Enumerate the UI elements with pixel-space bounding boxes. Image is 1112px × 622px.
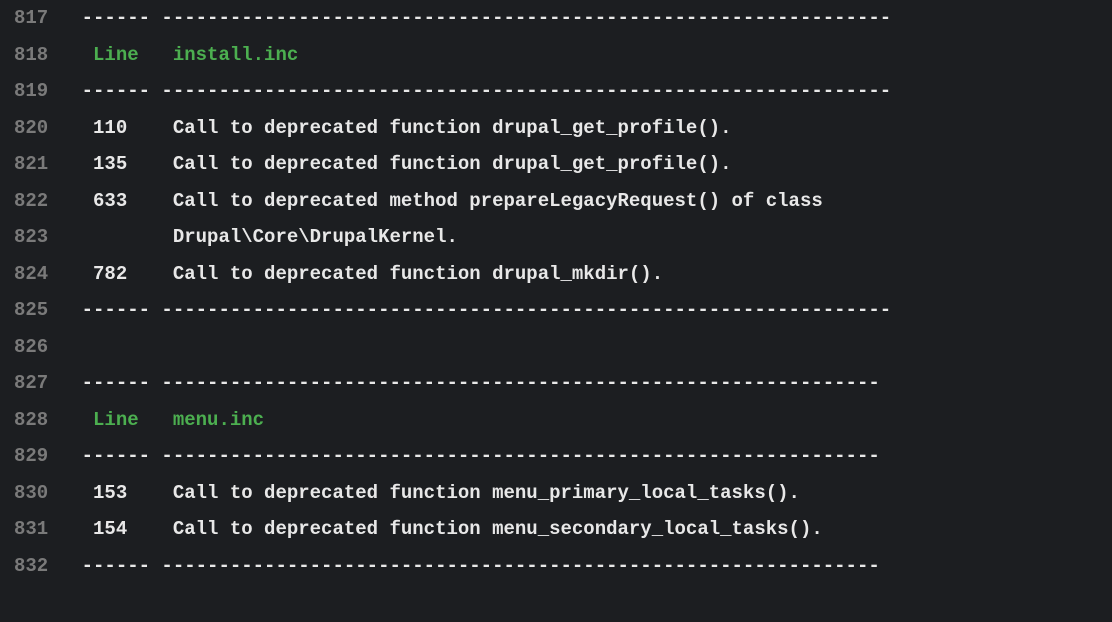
code-line: 153 Call to deprecated function menu_pri…: [70, 475, 1112, 512]
code-line: 782 Call to deprecated function drupal_m…: [70, 256, 1112, 293]
code-content-area[interactable]: ------ ---------------------------------…: [70, 0, 1112, 584]
code-text: ------ ---------------------------------…: [70, 445, 891, 467]
code-text: 135 Call to deprecated function drupal_g…: [70, 153, 902, 175]
code-text: 110 Call to deprecated function drupal_g…: [70, 117, 902, 139]
code-text: Drupal\Core\DrupalKernel.: [70, 226, 902, 248]
code-line: 154 Call to deprecated function menu_sec…: [70, 511, 1112, 548]
code-text: 782 Call to deprecated function drupal_m…: [70, 263, 902, 285]
line-number: 829: [14, 438, 48, 475]
code-line: 135 Call to deprecated function drupal_g…: [70, 146, 1112, 183]
highlighted-text: Line install.inc: [93, 44, 298, 66]
code-text: [298, 44, 914, 66]
line-number: 831: [14, 511, 48, 548]
line-number: 817: [14, 0, 48, 37]
code-line: 110 Call to deprecated function drupal_g…: [70, 110, 1112, 147]
code-line: ------ ---------------------------------…: [70, 0, 1112, 37]
code-line: Drupal\Core\DrupalKernel.: [70, 219, 1112, 256]
code-text: ------ ---------------------------------…: [70, 372, 891, 394]
line-number: 825: [14, 292, 48, 329]
code-text: ------ ---------------------------------…: [70, 7, 902, 29]
code-text: ------ ---------------------------------…: [70, 555, 891, 577]
code-text: [264, 409, 903, 431]
code-line: [70, 329, 1112, 366]
code-text: 633 Call to deprecated method prepareLeg…: [70, 190, 902, 212]
line-number: 830: [14, 475, 48, 512]
line-number: 818: [14, 37, 48, 74]
line-number: 827: [14, 365, 48, 402]
line-number-gutter: 8178188198208218228238248258268278288298…: [0, 0, 70, 584]
line-number: 826: [14, 329, 48, 366]
code-line: ------ ---------------------------------…: [70, 438, 1112, 475]
code-line: ------ ---------------------------------…: [70, 365, 1112, 402]
code-line: ------ ---------------------------------…: [70, 73, 1112, 110]
highlighted-text: Line menu.inc: [93, 409, 264, 431]
line-number: 819: [14, 73, 48, 110]
line-number: 822: [14, 183, 48, 220]
code-text: ------ ---------------------------------…: [70, 299, 902, 321]
code-text: 154 Call to deprecated function menu_sec…: [70, 518, 891, 540]
line-number: 823: [14, 219, 48, 256]
code-text: [70, 44, 93, 66]
code-line: Line menu.inc: [70, 402, 1112, 439]
code-line: 633 Call to deprecated method prepareLeg…: [70, 183, 1112, 220]
line-number: 824: [14, 256, 48, 293]
code-text: 153 Call to deprecated function menu_pri…: [70, 482, 891, 504]
code-text: ------ ---------------------------------…: [70, 80, 902, 102]
line-number: 821: [14, 146, 48, 183]
code-editor-view: 8178188198208218228238248258268278288298…: [0, 0, 1112, 584]
code-line: ------ ---------------------------------…: [70, 548, 1112, 585]
line-number: 828: [14, 402, 48, 439]
code-text: [70, 409, 93, 431]
line-number: 820: [14, 110, 48, 147]
line-number: 832: [14, 548, 48, 585]
code-line: Line install.inc: [70, 37, 1112, 74]
code-line: ------ ---------------------------------…: [70, 292, 1112, 329]
